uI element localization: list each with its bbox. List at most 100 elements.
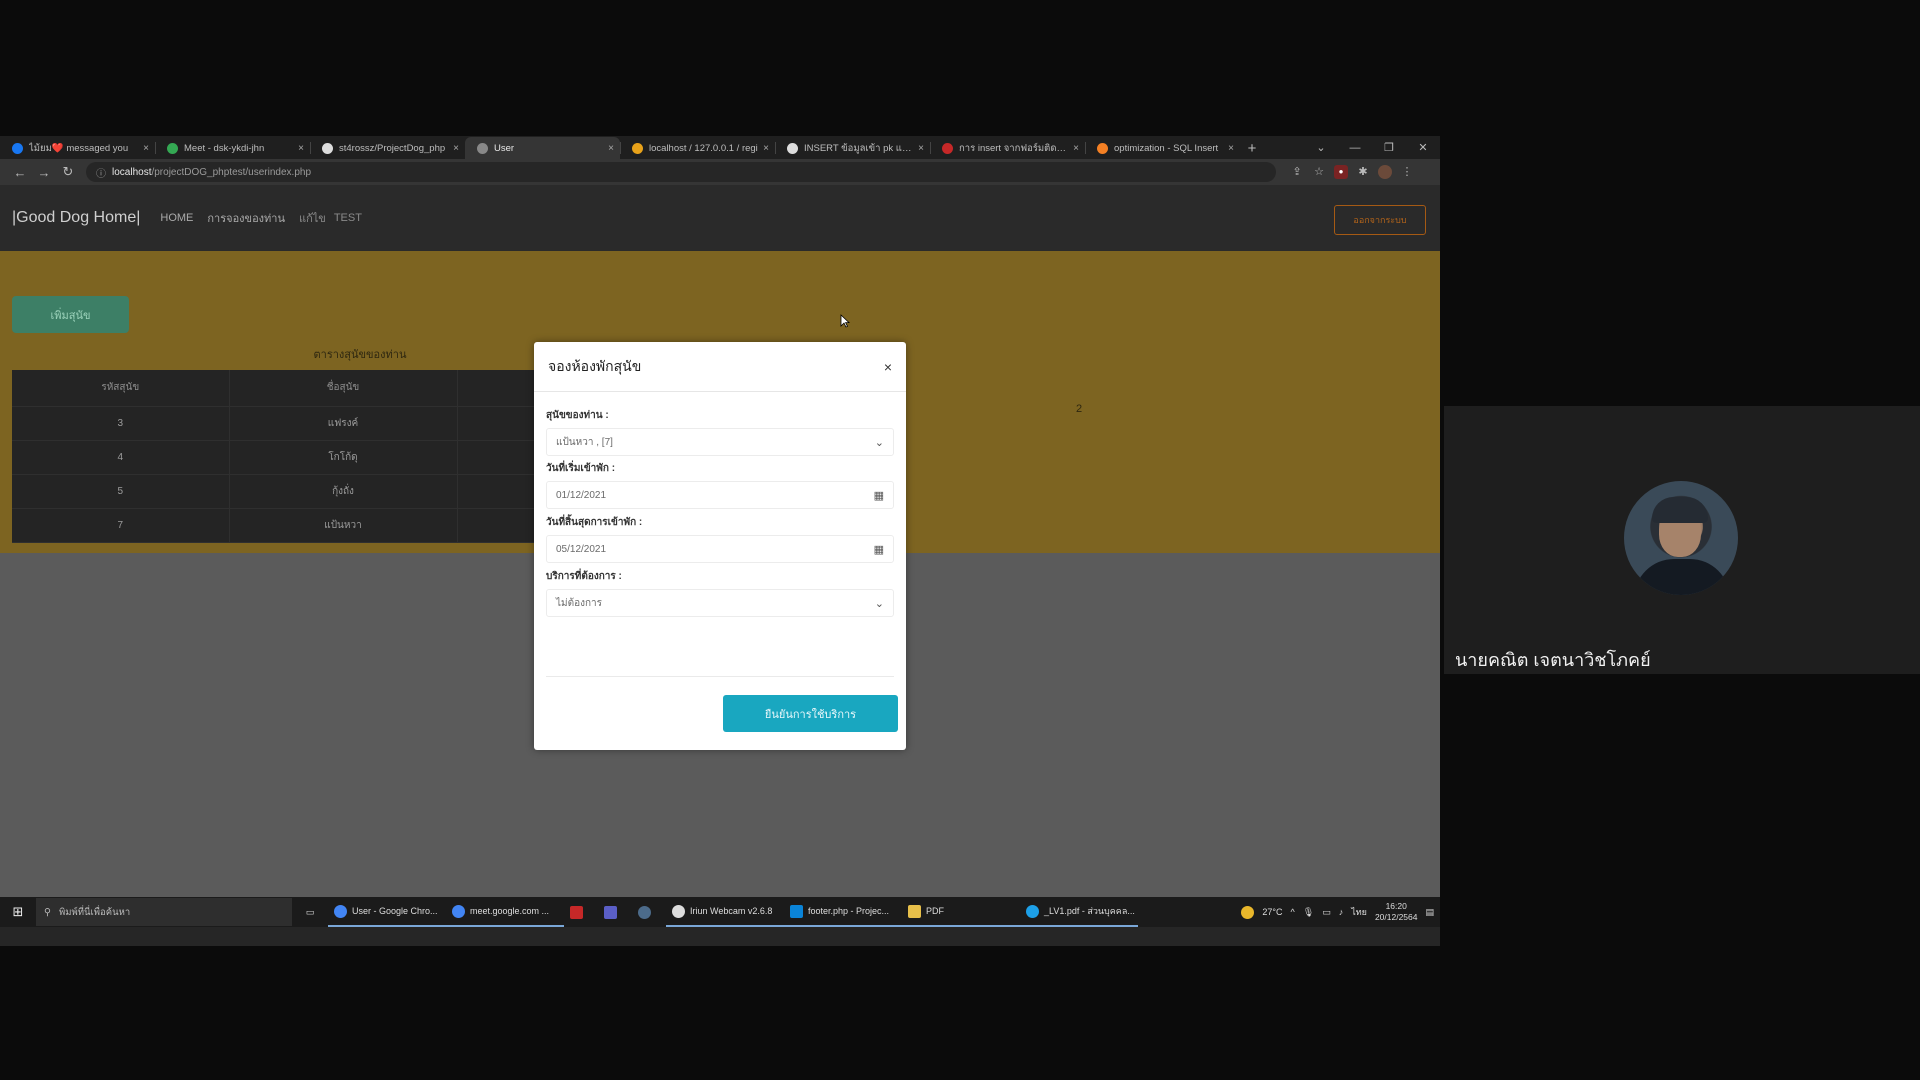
tab-search-button[interactable]: ⌄ xyxy=(1304,141,1338,154)
tab-close-icon[interactable]: × xyxy=(918,143,924,154)
table-row: 3 แฟรงค์ xyxy=(12,406,534,441)
cell-dog-name: แฟรงค์ xyxy=(228,406,458,441)
dog-table-title: ตารางสุนัขของท่าน xyxy=(313,349,407,361)
tab-label: ไม้ยม❤️ messaged you xyxy=(29,142,129,154)
avatar-body xyxy=(1634,559,1730,595)
new-tab-button[interactable]: + xyxy=(1240,137,1264,159)
start-date-input[interactable]: 01/12/2021 ▦ xyxy=(546,481,894,509)
table-header-row: รหัสสุนัข ชื่อสุนัข xyxy=(12,370,534,407)
extension-icon[interactable]: ● xyxy=(1334,165,1348,179)
tab-favicon-icon xyxy=(477,142,488,154)
menu-kebab-icon[interactable]: ⋮ xyxy=(1400,165,1414,179)
tab-close-icon[interactable]: × xyxy=(763,143,769,154)
taskbar-search-input[interactable]: ⚲ พิมพ์ที่นี่เพื่อค้นหา xyxy=(36,898,292,926)
site-navbar: |Good Dog Home| HOME การจองของท่าน แก้ไข… xyxy=(0,185,1440,251)
browser-tab-strip: ไม้ยม❤️ messaged you × Meet - dsk-ykdi-jh… xyxy=(0,136,1440,159)
taskbar-app-chrome-meet[interactable]: meet.google.com ... xyxy=(446,897,564,927)
microphone-icon[interactable]: 🎙 xyxy=(1303,907,1314,918)
minimize-button[interactable]: — xyxy=(1338,142,1372,154)
cell-dog-id: 4 xyxy=(12,440,229,475)
back-arrow-icon[interactable]: ← xyxy=(8,165,32,180)
cell-extra xyxy=(457,508,534,543)
nav-my-bookings[interactable]: การจองของท่าน xyxy=(207,209,285,227)
browser-tab[interactable]: INSERT ข้อมูลเข้า pk และ fk × xyxy=(775,137,930,159)
calendar-icon[interactable]: ▦ xyxy=(874,543,884,556)
network-icon[interactable]: ▭ xyxy=(1322,907,1331,918)
site-info-icon[interactable]: ⓘ xyxy=(96,165,106,180)
task-view-icon[interactable]: ▭ xyxy=(292,897,328,927)
close-icon[interactable]: × xyxy=(884,359,892,375)
browser-tab[interactable]: localhost / 127.0.0.1 / regi × xyxy=(620,137,775,159)
browser-tab[interactable]: Meet - dsk-ykdi-jhn × xyxy=(155,137,310,159)
reload-icon[interactable]: ↻ xyxy=(56,164,80,180)
end-date-input[interactable]: 05/12/2021 ▦ xyxy=(546,535,894,563)
chrome-icon xyxy=(452,904,465,918)
share-icon[interactable]: ⇪ xyxy=(1290,165,1304,179)
browser-tab[interactable]: st4rossz/ProjectDog_php × xyxy=(310,137,465,159)
browser-toolbar: ← → ↻ ⓘ localhost/projectDOG_phptest/use… xyxy=(0,159,1440,185)
avatar-hat xyxy=(1652,497,1708,523)
taskbar-app-iriun[interactable]: Iriun Webcam v2.6.8 xyxy=(666,897,784,927)
calendar-icon[interactable]: ▦ xyxy=(874,489,884,502)
weather-sun-icon[interactable] xyxy=(1241,905,1255,919)
tab-favicon-icon xyxy=(167,142,178,154)
browser-tab-active[interactable]: User × xyxy=(465,137,620,159)
tab-close-icon[interactable]: × xyxy=(1228,143,1234,154)
window-controls: ⌄ — ❐ ✕ xyxy=(1304,136,1440,159)
tab-close-icon[interactable]: × xyxy=(1073,143,1079,154)
taskbar-app-teams[interactable] xyxy=(598,897,632,927)
tab-label: st4rossz/ProjectDog_php xyxy=(339,142,446,154)
taskbar-app-label: footer.php - Projec... xyxy=(808,906,890,916)
nav-home[interactable]: HOME xyxy=(160,212,193,224)
bookmark-star-icon[interactable]: ☆ xyxy=(1312,165,1326,179)
logout-button[interactable]: ออกจากระบบ xyxy=(1334,205,1426,235)
site-brand[interactable]: |Good Dog Home| xyxy=(12,209,140,227)
puzzle-extensions-icon[interactable]: ✱ xyxy=(1356,165,1370,179)
nav-edit[interactable]: แก้ไข xyxy=(299,209,326,227)
restore-button[interactable]: ❐ xyxy=(1372,141,1406,154)
confirm-booking-button[interactable]: ยืนยันการใช้บริการ xyxy=(723,695,898,732)
system-tray: 27°C ^ 🎙 ▭ ♪ ไทย 16:20 20/12/2564 ▤ xyxy=(1241,897,1434,927)
browser-tab[interactable]: optimization - SQL Insert × xyxy=(1085,137,1240,159)
service-select[interactable]: ไม่ต้องการ ⌄ xyxy=(546,589,894,617)
tab-close-icon[interactable]: × xyxy=(143,143,149,154)
add-dog-button[interactable]: เพิ่มสุนัข xyxy=(12,296,129,333)
table-row: 4 โกโก้ดุ xyxy=(12,440,534,475)
browser-tab[interactable]: การ insert จากฟอร์มติดตาม × xyxy=(930,137,1085,159)
weather-temperature[interactable]: 27°C xyxy=(1262,907,1282,917)
chevron-up-icon[interactable]: ^ xyxy=(1291,907,1295,917)
input-language[interactable]: ไทย xyxy=(1351,905,1367,919)
browser-tab[interactable]: ไม้ยม❤️ messaged you × xyxy=(0,137,155,159)
windows-start-icon[interactable]: ⊞ xyxy=(0,904,36,920)
taskbar-app-filezilla[interactable] xyxy=(564,897,598,927)
close-window-button[interactable]: ✕ xyxy=(1406,141,1440,154)
taskbar-app-vscode[interactable]: footer.php - Projec... xyxy=(784,897,902,927)
tab-close-icon[interactable]: × xyxy=(298,143,304,154)
tab-close-icon[interactable]: × xyxy=(608,143,614,154)
volume-icon[interactable]: ♪ xyxy=(1339,907,1344,917)
taskbar-app-edge[interactable]: _LV1.pdf - ส่วนบุคคล... xyxy=(1020,897,1138,927)
notifications-icon[interactable]: ▤ xyxy=(1425,907,1434,918)
address-bar[interactable]: ⓘ localhost/projectDOG_phptest/userindex… xyxy=(86,162,1276,182)
tab-close-icon[interactable]: × xyxy=(453,143,459,154)
participant-avatar xyxy=(1624,481,1738,595)
modal-divider xyxy=(546,676,894,677)
forward-arrow-icon[interactable]: → xyxy=(32,165,56,180)
taskbar-app-chrome-user[interactable]: User - Google Chro... xyxy=(328,897,446,927)
tab-label: optimization - SQL Insert xyxy=(1114,142,1219,154)
nav-test[interactable]: TEST xyxy=(334,212,362,224)
toolbar-icons: ⇪ ☆ ● ✱ ⋮ xyxy=(1290,165,1414,179)
taskbar-app-label: Iriun Webcam v2.6.8 xyxy=(690,906,773,916)
participant-name: นายคณิต เจตนาวิชโภคย์ xyxy=(1455,650,1651,670)
taskbar-search-placeholder: พิมพ์ที่นี่เพื่อค้นหา xyxy=(58,906,131,918)
start-date-label: วันที่เริ่มเข้าพัก : xyxy=(546,463,616,474)
chevron-down-icon: ⌄ xyxy=(874,436,884,449)
taskbar-clock[interactable]: 16:20 20/12/2564 xyxy=(1375,901,1418,923)
taskbar-app-steam[interactable] xyxy=(632,897,666,927)
profile-avatar[interactable] xyxy=(1378,165,1392,179)
dog-select[interactable]: แป้นหวา , [7] ⌄ xyxy=(546,428,894,456)
modal-header: จองห้องพักสุนัข × xyxy=(534,342,906,392)
screen: ไม้ยม❤️ messaged you × Meet - dsk-ykdi-jh… xyxy=(0,0,1920,1080)
taskbar-app-pdf-folder[interactable]: PDF xyxy=(902,897,1020,927)
windows-taskbar: ⊞ ⚲ พิมพ์ที่นี่เพื่อค้นหา ▭ User - Googl… xyxy=(0,897,1440,927)
